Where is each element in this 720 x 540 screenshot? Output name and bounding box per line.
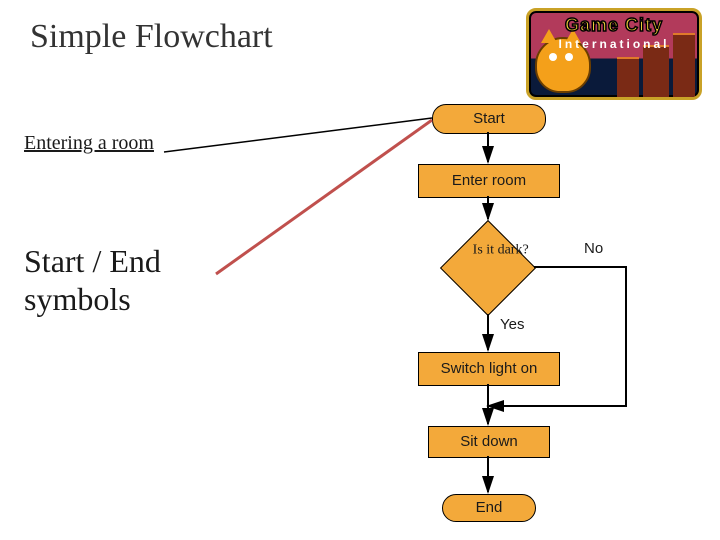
flow-node-decision-text: Is it dark?: [473, 242, 539, 258]
brand-logo: Game City International: [526, 8, 702, 100]
flow-label-no: No: [584, 240, 603, 257]
flow-node-switch-light: Switch light on: [418, 352, 560, 386]
slide-title: Simple Flowchart: [30, 18, 273, 56]
flow-node-end: End: [442, 494, 536, 522]
flow-node-enter-room: Enter room: [418, 164, 560, 198]
flow-label-yes: Yes: [500, 316, 524, 333]
flow-node-start: Start: [432, 104, 546, 134]
logo-building: [617, 57, 639, 97]
logo-text-line1: Game City: [529, 15, 699, 36]
flow-node-sit-down: Sit down: [428, 426, 550, 458]
flow-node-decision: Is it dark?: [440, 220, 536, 316]
side-label-line2: symbols: [24, 281, 131, 317]
logo-building: [643, 45, 669, 97]
side-label-line1: Start / End: [24, 243, 161, 279]
slide-subtitle: Entering a room: [24, 132, 154, 155]
slide: Simple Flowchart Game City International…: [0, 0, 720, 540]
logo-text-line2: International: [529, 37, 699, 51]
side-label: Start / End symbols: [24, 242, 161, 319]
